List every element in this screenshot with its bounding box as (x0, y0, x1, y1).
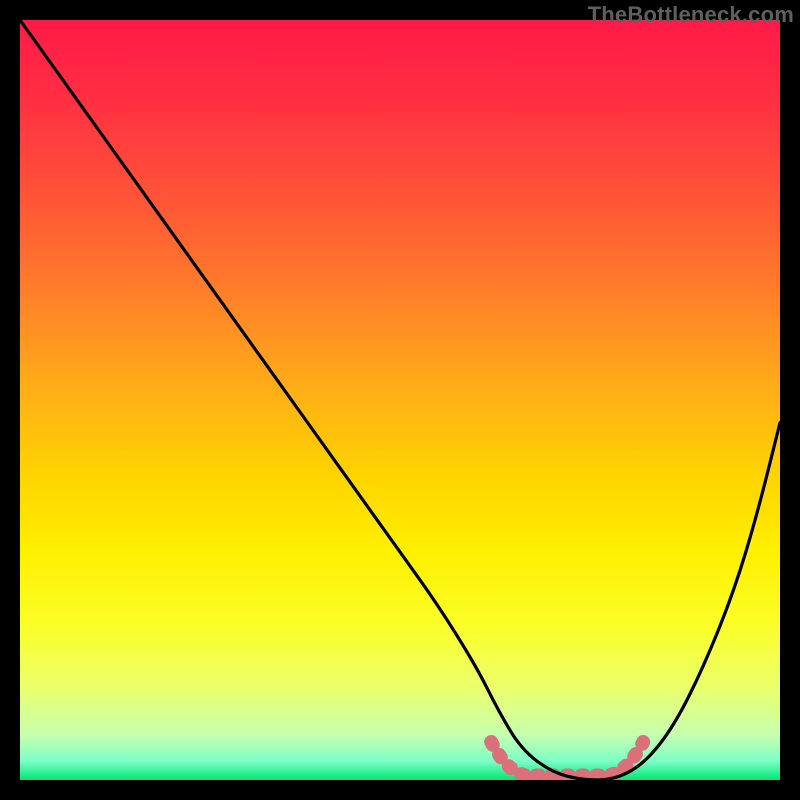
chart-plot (20, 20, 780, 780)
chart-frame (20, 20, 780, 780)
watermark-text: TheBottleneck.com (588, 2, 794, 28)
gradient-background (20, 20, 780, 780)
